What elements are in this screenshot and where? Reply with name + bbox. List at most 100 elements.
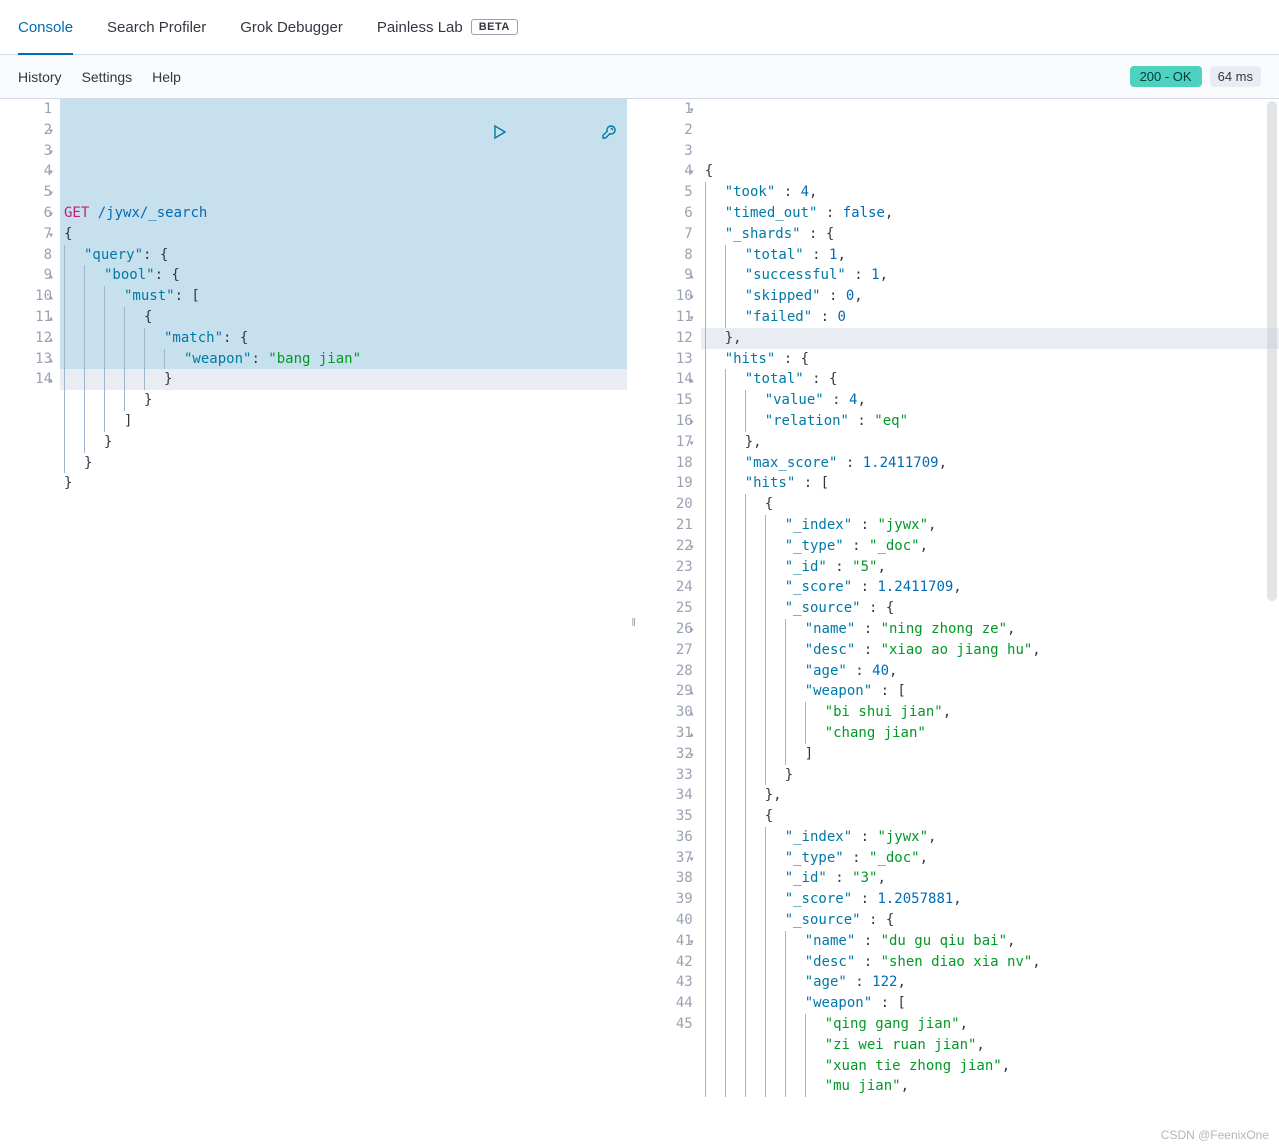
- code-line: "_score" : 1.2057881,: [705, 889, 1279, 910]
- code-line: "_shards" : {: [705, 224, 1279, 245]
- fold-arrow-icon[interactable]: ▾: [689, 434, 695, 455]
- fold-arrow-icon[interactable]: ▾: [689, 850, 695, 871]
- line-number: 1: [0, 99, 52, 120]
- fold-arrow-icon[interactable]: ▾: [689, 413, 695, 434]
- code-line: {: [705, 161, 1279, 182]
- code-line: "mu jian",: [705, 1076, 1279, 1097]
- tab-painless-lab[interactable]: Painless Lab BETA: [377, 0, 518, 54]
- code-line: "bi shui jian",: [705, 702, 1279, 723]
- fold-arrow-icon[interactable]: ▴: [689, 704, 695, 725]
- fold-arrow-icon[interactable]: ▴: [48, 330, 54, 351]
- line-number: 2▾: [0, 120, 52, 141]
- code-line: "weapon": "bang jian": [64, 349, 627, 370]
- code-line: "successful" : 1,: [705, 265, 1279, 286]
- line-number: 28: [641, 661, 693, 682]
- code-line: "_source" : {: [705, 598, 1279, 619]
- code-line: "took" : 4,: [705, 182, 1279, 203]
- request-pane[interactable]: 12▾3▾4▾5▾6▾7▾89▴10▴11▴12▴13▴14▴ GET /jyw…: [0, 99, 627, 1146]
- code-line: "_type" : "_doc",: [705, 536, 1279, 557]
- fold-arrow-icon[interactable]: ▾: [48, 184, 54, 205]
- code-line: {: [64, 224, 627, 245]
- code-line: "name" : "ning zhong ze",: [705, 619, 1279, 640]
- fold-arrow-icon[interactable]: ▾: [48, 163, 54, 184]
- line-number: 8: [0, 245, 52, 266]
- line-number: 37▾: [641, 848, 693, 869]
- line-number: 8: [641, 245, 693, 266]
- fold-arrow-icon[interactable]: ▾: [48, 122, 54, 143]
- settings-link[interactable]: Settings: [82, 69, 133, 85]
- code-line: GET /jywx/_search: [64, 203, 627, 224]
- line-number: 11▾: [641, 307, 693, 328]
- fold-arrow-icon[interactable]: ▾: [689, 621, 695, 642]
- code-line: }: [64, 473, 627, 494]
- tab-grok-debugger[interactable]: Grok Debugger: [240, 0, 343, 54]
- scrollbar-thumb[interactable]: [1267, 101, 1277, 601]
- line-number: 5▾: [0, 182, 52, 203]
- line-number: 7▾: [0, 224, 52, 245]
- fold-arrow-icon[interactable]: ▾: [48, 205, 54, 226]
- code-line: "_id" : "5",: [705, 557, 1279, 578]
- line-number: 41▾: [641, 931, 693, 952]
- line-number: 9▴: [0, 265, 52, 286]
- fold-arrow-icon[interactable]: ▾: [689, 538, 695, 559]
- fold-arrow-icon[interactable]: ▴: [689, 725, 695, 746]
- fold-arrow-icon[interactable]: ▴: [48, 267, 54, 288]
- fold-arrow-icon[interactable]: ▴: [689, 267, 695, 288]
- code-line: "weapon" : [: [705, 681, 1279, 702]
- code-line: }: [64, 369, 627, 390]
- request-action-icons: [408, 103, 617, 167]
- fold-arrow-icon[interactable]: ▾: [689, 933, 695, 954]
- wrench-icon[interactable]: [516, 103, 616, 167]
- request-code[interactable]: GET /jywx/_search{"query": {"bool": {"mu…: [60, 99, 627, 1146]
- fold-arrow-icon[interactable]: ▴: [48, 309, 54, 330]
- history-link[interactable]: History: [18, 69, 62, 85]
- watermark: CSDN @FeenixOne: [1161, 1128, 1269, 1142]
- splitter[interactable]: ‖: [627, 99, 641, 1146]
- fold-arrow-icon[interactable]: ▾: [689, 288, 695, 309]
- code-line: "timed_out" : false,: [705, 203, 1279, 224]
- sub-left: History Settings Help: [18, 69, 181, 85]
- line-number: 18: [641, 453, 693, 474]
- line-number: 40: [641, 910, 693, 931]
- code-line: "match": {: [64, 328, 627, 349]
- help-link[interactable]: Help: [152, 69, 181, 85]
- sub-right: 200 - OK 64 ms: [1130, 66, 1261, 87]
- tab-console[interactable]: Console: [18, 0, 73, 54]
- code-line: "chang jian": [705, 723, 1279, 744]
- line-number: 26▾: [641, 619, 693, 640]
- line-number: 23: [641, 557, 693, 578]
- response-code[interactable]: {"took" : 4,"timed_out" : false,"_shards…: [701, 99, 1279, 1146]
- line-number: 44: [641, 993, 693, 1014]
- line-number: 12: [641, 328, 693, 349]
- line-number: 45: [641, 1014, 693, 1035]
- tab-search-profiler[interactable]: Search Profiler: [107, 0, 206, 54]
- fold-arrow-icon[interactable]: ▾: [689, 101, 695, 122]
- response-pane[interactable]: 1▾234▾56789▴10▾11▾121314▴1516▾17▾1819202…: [641, 99, 1279, 1146]
- fold-arrow-icon[interactable]: ▾: [48, 143, 54, 164]
- line-number: 10▴: [0, 286, 52, 307]
- fold-arrow-icon[interactable]: ▴: [689, 371, 695, 392]
- line-number: 19: [641, 473, 693, 494]
- line-number: 34: [641, 785, 693, 806]
- code-line: ]: [705, 744, 1279, 765]
- code-line: {: [64, 307, 627, 328]
- fold-arrow-icon[interactable]: ▾: [48, 226, 54, 247]
- line-number: 30▴: [641, 702, 693, 723]
- code-line: "must": [: [64, 286, 627, 307]
- fold-arrow-icon[interactable]: ▾: [689, 163, 695, 184]
- fold-arrow-icon[interactable]: ▴: [48, 371, 54, 392]
- fold-arrow-icon[interactable]: ▴: [48, 288, 54, 309]
- code-line: "zi wei ruan jian",: [705, 1035, 1279, 1056]
- code-line: "name" : "du gu qiu bai",: [705, 931, 1279, 952]
- line-number: 5: [641, 182, 693, 203]
- play-icon[interactable]: [408, 103, 508, 167]
- code-line: },: [705, 328, 1279, 349]
- code-line: "_index" : "jywx",: [705, 827, 1279, 848]
- fold-arrow-icon[interactable]: ▴: [48, 351, 54, 372]
- line-number: 11▴: [0, 307, 52, 328]
- beta-badge: BETA: [471, 19, 518, 35]
- fold-arrow-icon[interactable]: ▾: [689, 309, 695, 330]
- code-line: "xuan tie zhong jian",: [705, 1056, 1279, 1077]
- fold-arrow-icon[interactable]: ▴: [689, 683, 695, 704]
- fold-arrow-icon[interactable]: ▾: [689, 746, 695, 767]
